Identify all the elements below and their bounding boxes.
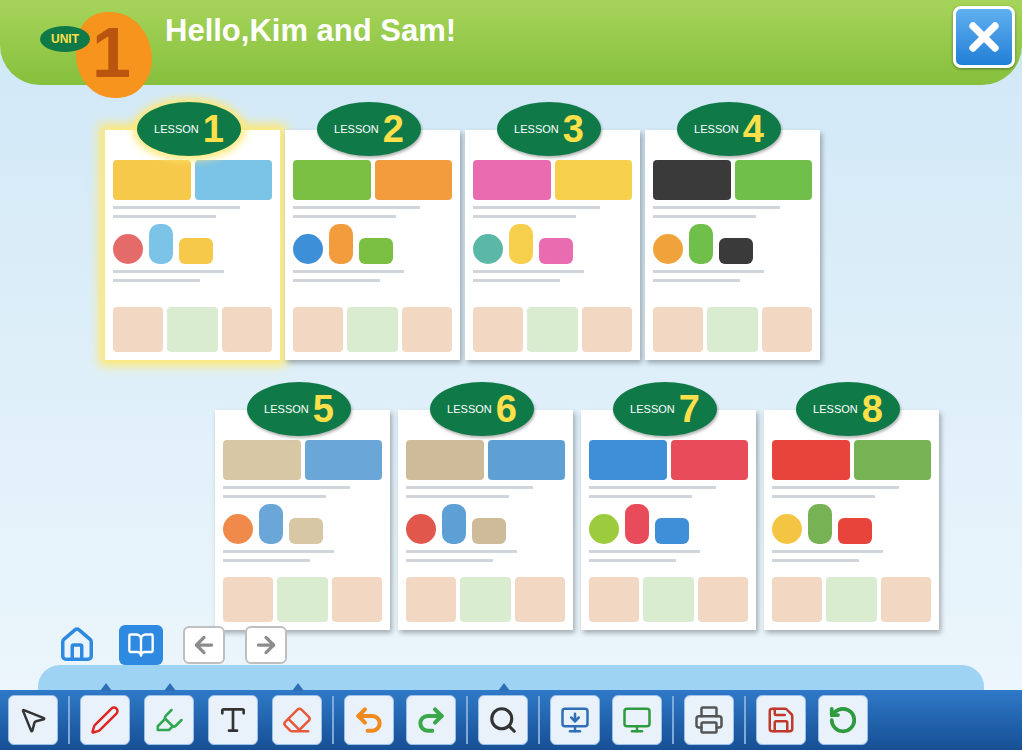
mouse-pointer-icon[interactable] <box>18 705 48 735</box>
screen-cover-button[interactable] <box>550 695 600 745</box>
restore-button[interactable] <box>818 695 868 745</box>
restore-icon[interactable] <box>828 705 858 735</box>
monitor-download-icon[interactable] <box>560 705 590 735</box>
unit-label: UNIT <box>40 26 90 52</box>
lesson-card[interactable]: LESSON3 <box>465 130 640 360</box>
ebook-unit-page: 1UNITHello,Kim and Sam!LESSON1LESSON2LES… <box>0 0 1022 750</box>
undo-icon[interactable] <box>353 704 385 736</box>
toolbar-divider <box>672 696 674 744</box>
tool-options-marker-icon[interactable] <box>292 683 304 691</box>
home-icon[interactable] <box>58 626 96 664</box>
lesson-badge[interactable]: LESSON 1 <box>137 102 241 156</box>
arrow-left-icon[interactable] <box>191 632 217 658</box>
lesson-page-thumbnail <box>105 130 280 360</box>
pen-tool[interactable] <box>80 695 130 745</box>
lesson-number: 2 <box>383 110 404 148</box>
lesson-number: 3 <box>563 110 584 148</box>
printer-icon[interactable] <box>694 705 724 735</box>
lesson-row: LESSON5LESSON6LESSON7LESSON8 <box>0 410 1022 630</box>
toolbar-divider <box>744 696 746 744</box>
lesson-card[interactable]: LESSON5 <box>215 410 390 630</box>
redo-button[interactable] <box>406 695 456 745</box>
magnifier-icon[interactable] <box>488 705 518 735</box>
lesson-page-thumbnail <box>398 410 573 630</box>
monitor-icon[interactable] <box>622 705 652 735</box>
lesson-badge[interactable]: LESSON 2 <box>317 102 421 156</box>
tool-options-marker-icon[interactable] <box>498 683 510 691</box>
unit-badge: 1UNIT <box>40 8 155 103</box>
book-icon[interactable] <box>127 631 155 659</box>
lesson-label: LESSON <box>813 404 858 415</box>
toolbar-strip <box>38 665 984 690</box>
lesson-number: 7 <box>679 390 700 428</box>
unit-number: 1 <box>92 18 131 88</box>
lesson-badge[interactable]: LESSON 3 <box>497 102 601 156</box>
lesson-badge[interactable]: LESSON 8 <box>796 382 900 436</box>
highlighter-tool[interactable] <box>144 695 194 745</box>
lesson-card[interactable]: LESSON4 <box>645 130 820 360</box>
lesson-page-thumbnail <box>764 410 939 630</box>
eraser-icon[interactable] <box>282 705 312 735</box>
contents-button[interactable] <box>119 625 163 665</box>
toolbar-divider <box>68 696 70 744</box>
close-icon[interactable] <box>962 15 1006 59</box>
lesson-page-thumbnail <box>285 130 460 360</box>
lesson-label: LESSON <box>447 404 492 415</box>
pen-icon[interactable] <box>90 705 120 735</box>
lesson-badge[interactable]: LESSON 7 <box>613 382 717 436</box>
lesson-label: LESSON <box>630 404 675 415</box>
lesson-row: LESSON1LESSON2LESSON3LESSON4 <box>0 130 1022 360</box>
lesson-label: LESSON <box>154 124 199 135</box>
home-button[interactable] <box>55 625 99 665</box>
lesson-page-thumbnail <box>645 130 820 360</box>
lesson-number: 6 <box>496 390 517 428</box>
text-tool[interactable] <box>208 695 258 745</box>
undo-button[interactable] <box>344 695 394 745</box>
tool-options-marker-icon[interactable] <box>100 683 112 691</box>
lesson-card[interactable]: LESSON7 <box>581 410 756 630</box>
save-button[interactable] <box>756 695 806 745</box>
lesson-badge[interactable]: LESSON 6 <box>430 382 534 436</box>
next-button[interactable] <box>245 626 287 664</box>
redo-icon[interactable] <box>415 704 447 736</box>
toolbar-divider <box>466 696 468 744</box>
unit-title: Hello,Kim and Sam! <box>165 12 456 51</box>
lesson-label: LESSON <box>334 124 379 135</box>
lesson-number: 4 <box>743 110 764 148</box>
lesson-label: LESSON <box>514 124 559 135</box>
highlighter-icon[interactable] <box>154 705 184 735</box>
eraser-tool[interactable] <box>272 695 322 745</box>
lesson-badge[interactable]: LESSON 4 <box>677 102 781 156</box>
arrow-right-icon[interactable] <box>253 632 279 658</box>
lesson-label: LESSON <box>264 404 309 415</box>
lesson-card[interactable]: LESSON8 <box>764 410 939 630</box>
screen-button[interactable] <box>612 695 662 745</box>
zoom-tool[interactable] <box>478 695 528 745</box>
pointer-tool[interactable] <box>8 695 58 745</box>
page-navigation <box>0 625 1022 665</box>
lesson-page-thumbnail <box>465 130 640 360</box>
tool-options-marker-icon[interactable] <box>164 683 176 691</box>
lesson-page-thumbnail <box>581 410 756 630</box>
unit-header: 1UNIT Hello,Kim and Sam! <box>0 0 1022 85</box>
print-button[interactable] <box>684 695 734 745</box>
lesson-number: 5 <box>313 390 334 428</box>
toolbar-divider <box>332 696 334 744</box>
lesson-label: LESSON <box>694 124 739 135</box>
lesson-card[interactable]: LESSON1 <box>105 130 280 360</box>
lesson-page-thumbnail <box>215 410 390 630</box>
lesson-number: 8 <box>862 390 883 428</box>
lesson-number: 1 <box>203 110 224 148</box>
text-icon[interactable] <box>217 704 249 736</box>
toolbar <box>0 690 1022 750</box>
toolbar-divider <box>538 696 540 744</box>
lesson-card[interactable]: LESSON6 <box>398 410 573 630</box>
save-icon[interactable] <box>766 705 796 735</box>
previous-button[interactable] <box>183 626 225 664</box>
close-button[interactable] <box>953 6 1015 68</box>
lesson-badge[interactable]: LESSON 5 <box>247 382 351 436</box>
lesson-card[interactable]: LESSON2 <box>285 130 460 360</box>
